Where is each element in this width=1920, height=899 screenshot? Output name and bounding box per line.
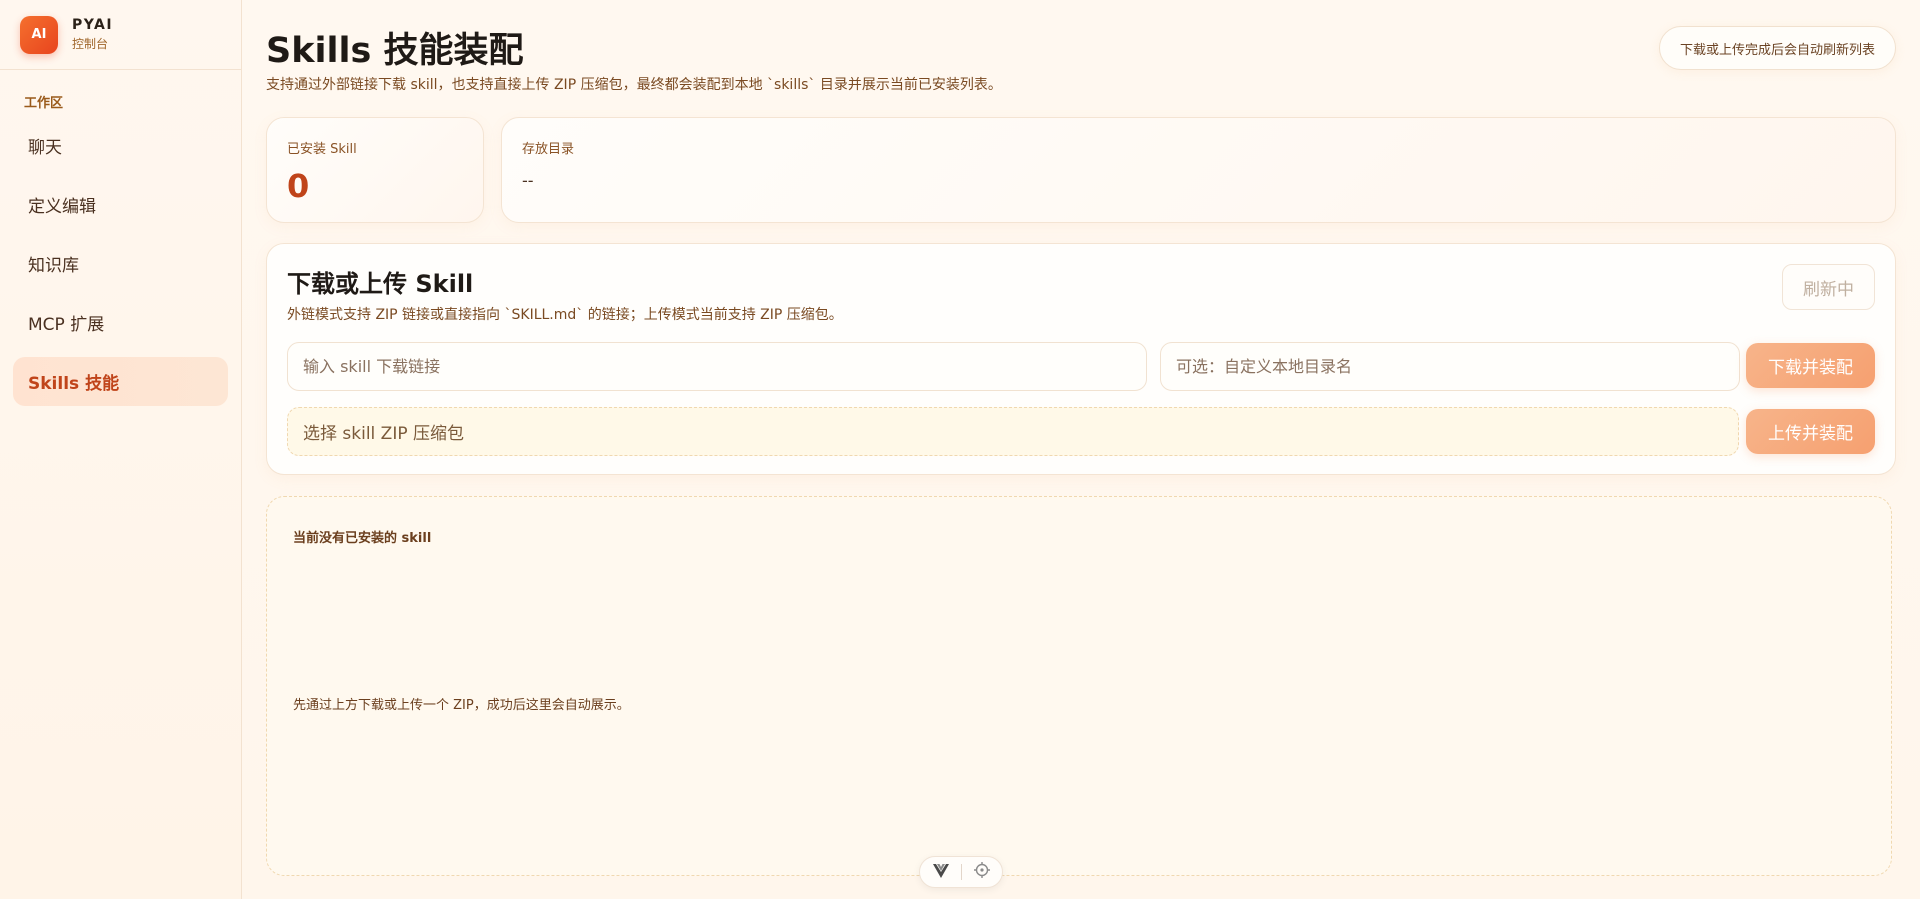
sidebar-item-mcp[interactable]: MCP 扩展 — [13, 298, 228, 347]
floating-toolbar — [919, 856, 1003, 888]
sidebar-item-skills[interactable]: Skills 技能 — [13, 357, 228, 406]
page-title: Skills 技能装配 — [266, 31, 524, 71]
upload-card: 下载或上传 Skill 外链模式支持 ZIP 链接或直接指向 `SKILL.md… — [266, 243, 1896, 475]
refresh-button[interactable]: 刷新中 — [1782, 264, 1875, 310]
storage-directory-label: 存放目录 — [522, 142, 575, 157]
zip-file-picker[interactable]: 选择 skill ZIP 压缩包 — [287, 407, 1739, 456]
sidebar-item-chat[interactable]: 聊天 — [13, 121, 228, 170]
storage-directory-stat: 存放目录 -- — [501, 117, 1896, 223]
brand-subtitle: 控制台 — [72, 37, 109, 51]
skill-url-input[interactable] — [287, 342, 1147, 391]
page-description: 支持通过外部链接下载 skill，也支持直接上传 ZIP 压缩包，最终都会装配到… — [266, 77, 1002, 93]
crosshair-icon[interactable] — [973, 862, 990, 882]
upload-install-button[interactable]: 上传并装配 — [1746, 409, 1875, 454]
toolbar-divider — [960, 864, 962, 880]
installed-skill-count: 0 — [287, 167, 310, 205]
brand-title: PYAI — [72, 17, 114, 33]
skill-list-empty-state: 当前没有已安装的 skill 先通过上方下载或上传一个 ZIP，成功后这里会自动… — [266, 496, 1892, 876]
custom-dirname-input[interactable] — [1160, 342, 1740, 391]
sidebar-item-knowledge-base[interactable]: 知识库 — [13, 239, 228, 288]
sidebar-item-label: 知识库 — [28, 256, 79, 276]
download-install-button[interactable]: 下载并装配 — [1746, 343, 1875, 388]
vue-devtools-icon[interactable] — [932, 863, 949, 882]
empty-state-title: 当前没有已安装的 skill — [293, 531, 432, 546]
sidebar-item-label: 定义编辑 — [28, 197, 96, 217]
empty-state-description: 先通过上方下载或上传一个 ZIP，成功后这里会自动展示。 — [293, 698, 630, 713]
installed-skill-stat: 已安装 Skill 0 — [266, 117, 484, 223]
sidebar-section-label: 工作区 — [24, 96, 64, 111]
storage-directory-value: -- — [522, 171, 534, 190]
sidebar-item-label: Skills 技能 — [28, 374, 120, 394]
app-logo: AI — [20, 15, 58, 54]
brand: AI PYAI 控制台 — [0, 0, 241, 70]
sidebar-item-label: 聊天 — [28, 138, 62, 158]
zip-file-picker-label: 选择 skill ZIP 压缩包 — [303, 424, 464, 444]
sidebar-item-definition-editor[interactable]: 定义编辑 — [13, 180, 228, 229]
sidebar-nav: 聊天 定义编辑 知识库 MCP 扩展 Skills 技能 — [0, 121, 241, 406]
sidebar: AI PYAI 控制台 工作区 聊天 定义编辑 知识库 MCP 扩展 Skill… — [0, 0, 242, 899]
upload-card-description: 外链模式支持 ZIP 链接或直接指向 `SKILL.md` 的链接；上传模式当前… — [287, 307, 843, 323]
auto-refresh-hint: 下载或上传完成后会自动刷新列表 — [1658, 26, 1896, 70]
installed-skill-label: 已安装 Skill — [287, 142, 357, 157]
upload-card-title: 下载或上传 Skill — [287, 270, 474, 298]
sidebar-item-label: MCP 扩展 — [28, 315, 105, 335]
